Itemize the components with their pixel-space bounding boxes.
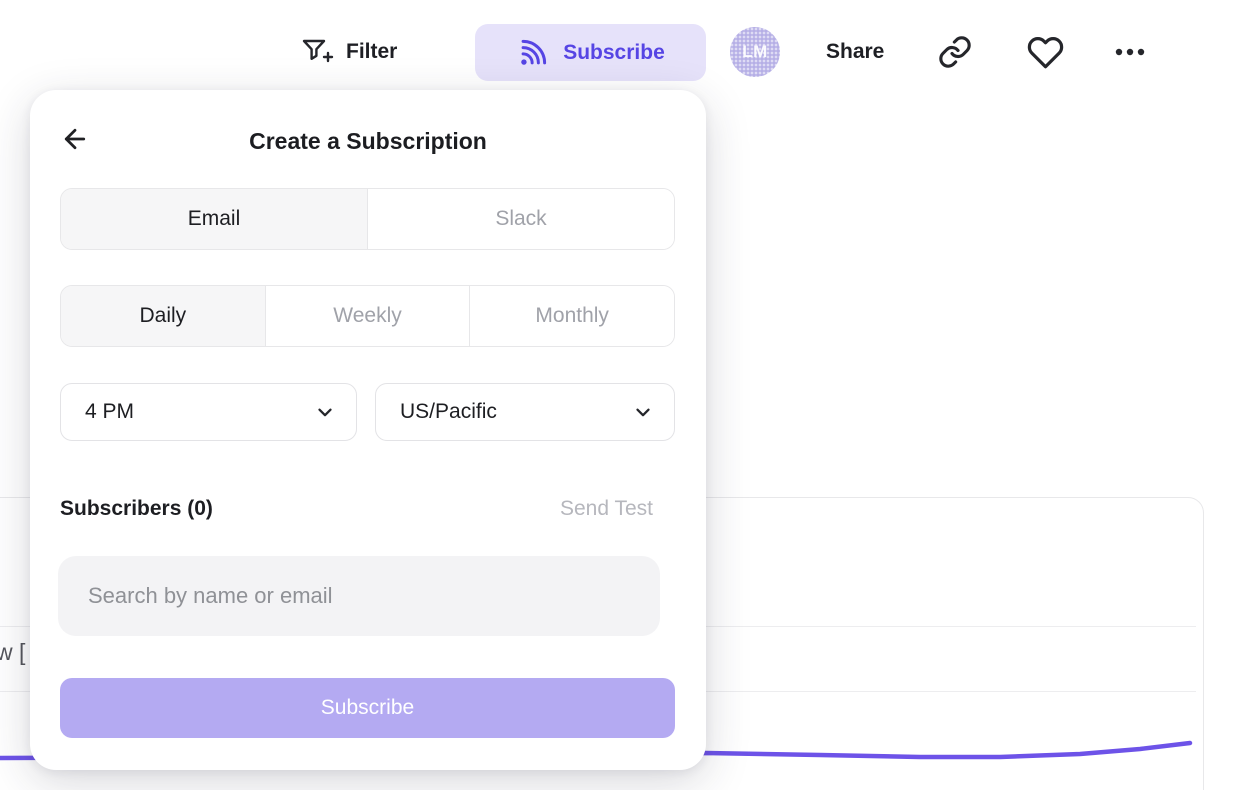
subscriber-search-input[interactable] — [58, 556, 660, 636]
avatar-initials: LM — [742, 42, 768, 62]
tab-weekly[interactable]: Weekly — [265, 286, 470, 346]
more-options-button[interactable] — [1108, 30, 1152, 74]
create-subscription-modal: Create a Subscription Email Slack Daily … — [30, 90, 706, 770]
clipped-background-text: w [ — [0, 639, 25, 666]
tab-monthly[interactable]: Monthly — [469, 286, 674, 346]
time-select-value: 4 PM — [85, 400, 314, 424]
frequency-tabs: Daily Weekly Monthly — [60, 285, 675, 347]
share-label: Share — [826, 40, 884, 64]
subscribers-row: Subscribers (0) Send Test — [60, 494, 653, 524]
modal-title: Create a Subscription — [30, 128, 706, 155]
send-test-button[interactable]: Send Test — [560, 497, 653, 521]
subscribe-toolbar-label: Subscribe — [563, 41, 665, 65]
rss-icon — [516, 36, 550, 70]
copy-link-button[interactable] — [933, 30, 977, 74]
filter-label: Filter — [346, 40, 397, 64]
chevron-down-icon — [632, 401, 654, 423]
avatar[interactable]: LM — [730, 27, 780, 77]
tab-daily[interactable]: Daily — [61, 286, 265, 346]
timezone-select[interactable]: US/Pacific — [375, 383, 675, 441]
channel-tabs: Email Slack — [60, 188, 675, 250]
subscribe-toolbar-button[interactable]: Subscribe — [475, 24, 706, 81]
time-select[interactable]: 4 PM — [60, 383, 357, 441]
filter-plus-icon — [300, 36, 334, 68]
ellipsis-icon — [1110, 32, 1150, 72]
favorite-button[interactable] — [1023, 30, 1067, 74]
subscribers-heading: Subscribers (0) — [60, 497, 560, 521]
chevron-down-icon — [314, 401, 336, 423]
subscribe-submit-button[interactable]: Subscribe — [60, 678, 675, 738]
share-button[interactable]: Share — [826, 30, 884, 74]
link-icon — [937, 34, 973, 70]
heart-icon — [1027, 34, 1064, 71]
timezone-select-value: US/Pacific — [400, 400, 632, 424]
page: w [ Filter Subscribe — [0, 0, 1234, 790]
tab-slack[interactable]: Slack — [367, 189, 674, 249]
tab-email[interactable]: Email — [61, 189, 367, 249]
filter-button[interactable]: Filter — [300, 30, 397, 74]
